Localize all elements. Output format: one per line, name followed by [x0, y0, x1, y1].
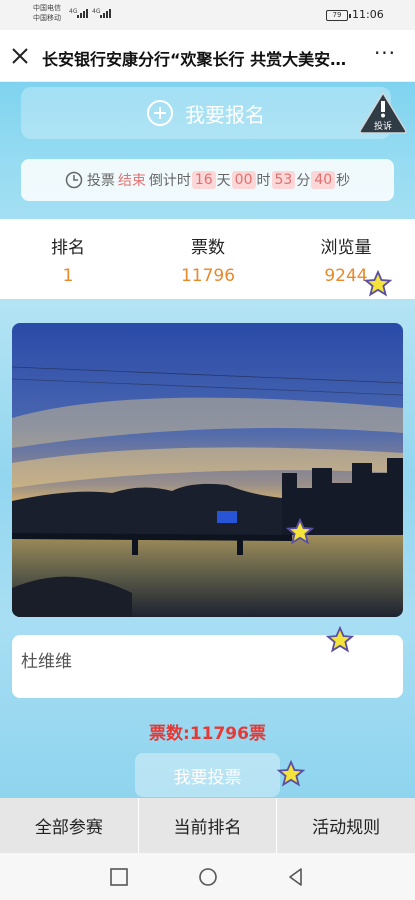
countdown-status: 结束 [117, 173, 146, 189]
signup-button-label: 我要报名 [185, 102, 265, 127]
main-content[interactable]: 我要报名 投诉 投票 结束 倒计时 16 天 00 时 53 分 40 秒 排名… [0, 82, 415, 798]
decorative-star-icon [363, 269, 393, 297]
carrier-2: 中国移动 [33, 14, 61, 22]
stat-rank-value: 1 [62, 266, 74, 286]
countdown-prefix: 投票 [86, 173, 115, 189]
nav-activity-rules[interactable]: 活动规则 [277, 798, 415, 853]
signal-bars-icon [77, 8, 91, 18]
stat-views-label: 浏览量 [320, 238, 372, 258]
status-time: 11:06 [352, 8, 384, 21]
home-icon[interactable] [197, 866, 219, 888]
stats-panel: 排名 1 票数 11796 浏览量 9244 [0, 219, 415, 299]
countdown-seconds: 40 [311, 171, 336, 189]
carrier-names: 中国电信 中国移动 [33, 3, 61, 23]
report-label: 投诉 [373, 122, 392, 132]
close-icon[interactable] [10, 46, 30, 66]
nav-current-ranking[interactable]: 当前排名 [139, 798, 278, 853]
decorative-star-icon [276, 759, 306, 787]
countdown-minutes-unit: 分 [296, 173, 311, 189]
vote-count-text: 票数:11796票 [149, 724, 266, 744]
stat-rank-label: 排名 [51, 238, 85, 258]
stat-rank: 排名 1 [8, 233, 128, 286]
countdown-minutes: 53 [271, 171, 296, 189]
plus-circle-icon [147, 100, 173, 126]
vote-button-label: 我要投票 [173, 767, 242, 788]
countdown-days: 16 [191, 171, 216, 189]
carrier-1: 中国电信 [33, 4, 61, 12]
decorative-star-icon [285, 517, 315, 545]
stat-votes-label: 票数 [191, 238, 225, 258]
decorative-star-icon [325, 625, 355, 653]
battery-icon: 79 [326, 10, 351, 21]
system-nav-bar [0, 853, 415, 900]
status-bar: 中国电信 中国移动 4G 4G 79 11:06 [0, 0, 415, 30]
countdown-days-unit: 天 [216, 173, 231, 189]
back-icon[interactable] [285, 866, 307, 888]
bottom-nav: 全部参赛 当前排名 活动规则 [0, 798, 415, 853]
more-menu-icon[interactable]: ··· [370, 43, 400, 66]
countdown-bar: 投票 结束 倒计时 16 天 00 时 53 分 40 秒 [21, 159, 394, 201]
recent-apps-icon[interactable] [108, 866, 130, 888]
stat-votes-value: 11796 [180, 266, 236, 286]
nav-all-entries[interactable]: 全部参赛 [0, 798, 139, 853]
page-title: 长安银行安康分行“欢聚长行 共赏大美安康”摄影大赛 [42, 50, 352, 69]
report-button[interactable]: 投诉 [358, 91, 408, 135]
title-bar: 长安银行安康分行“欢聚长行 共赏大美安康”摄影大赛 ··· [0, 30, 415, 82]
entry-name: 杜维维 [21, 652, 72, 672]
stat-votes: 票数 11796 [148, 233, 268, 286]
countdown-seconds-unit: 秒 [336, 173, 351, 189]
countdown-hours: 00 [231, 171, 256, 189]
entry-photo[interactable] [12, 323, 403, 617]
sunset-river-image [12, 323, 403, 617]
countdown-hours-unit: 时 [256, 173, 271, 189]
signal-bars-icon [100, 8, 114, 18]
vote-button[interactable]: 我要投票 [135, 753, 280, 797]
clock-icon [65, 171, 83, 189]
countdown-middle: 倒计时 [148, 173, 191, 189]
signup-button[interactable]: 我要报名 [21, 87, 391, 139]
